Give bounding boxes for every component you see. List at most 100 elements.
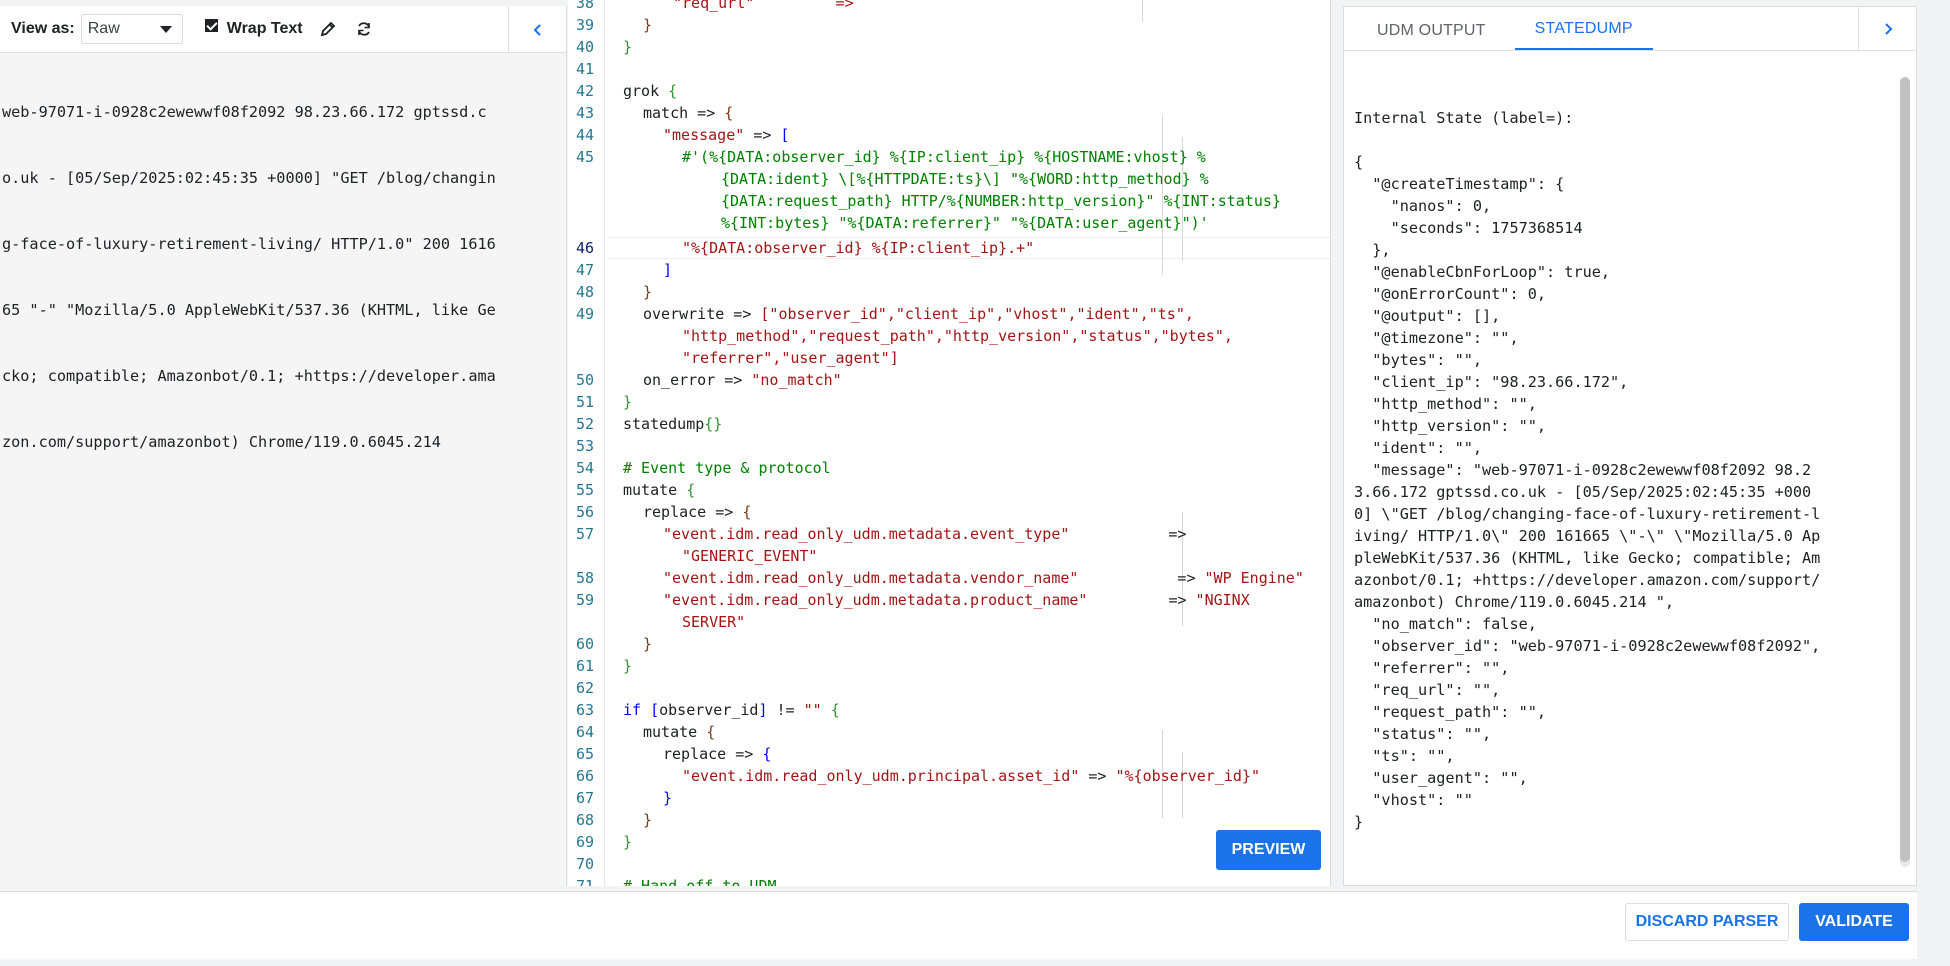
discard-parser-button[interactable]: DISCARD PARSER — [1625, 903, 1789, 941]
code-brace: { — [686, 481, 696, 499]
raw-log-line: cko; compatible; Amazonbot/0.1; +https:/… — [2, 367, 496, 385]
code-line: %{INT:bytes} "%{DATA:referrer}" "%{DATA:… — [721, 214, 1209, 232]
line-number: 43 — [575, 104, 594, 122]
code-string: "event.idm.read_only_udm.principal.asset… — [682, 767, 1080, 785]
raw-log-line: g-face-of-luxury-retirement-living/ HTTP… — [2, 235, 496, 253]
code-field: observer_id — [659, 701, 759, 719]
statedump-line: "@createTimestamp": { — [1354, 175, 1565, 193]
code-string: "%{observer_id}" — [1115, 767, 1260, 785]
statedump-line: "message": "web-97071-i-0928c2ewewwf08f2… — [1354, 461, 1812, 479]
line-number: 47 — [575, 261, 594, 279]
wrap-text-checkbox[interactable] — [204, 18, 218, 32]
code-line: "%{DATA:observer_id} %{IP:client_ip}.+" — [682, 239, 1035, 257]
line-number: 39 — [575, 16, 594, 34]
statedump-line: }, — [1354, 241, 1391, 259]
code-line: mutate { — [643, 721, 715, 743]
code-string: "event.idm.read_only_udm.metadata.produc… — [663, 591, 1088, 609]
collapse-left-button[interactable] — [508, 6, 566, 53]
code-brace: { — [762, 745, 772, 763]
line-number: 38 — [575, 0, 594, 12]
code-line: replace => { — [643, 501, 751, 523]
raw-log-panel: View as: Raw Wrap Text web-97071-i-0928c… — [0, 6, 567, 886]
code-brace: {} — [704, 415, 723, 433]
code-string: "NGINX — [1195, 591, 1250, 609]
statedump-line: "@output": [], — [1354, 307, 1501, 325]
raw-log-line: zon.com/support/amazonbot) Chrome/119.0.… — [2, 433, 441, 451]
code-line: } — [643, 16, 653, 34]
code-key: on_error => — [643, 371, 743, 389]
output-panel: UDM OUTPUT STATEDUMP Internal State (lab… — [1343, 6, 1917, 886]
line-number: 40 — [575, 38, 594, 56]
code-operator: => — [1168, 525, 1187, 543]
code-line: "event.idm.read_only_udm.metadata.produc… — [663, 589, 1250, 611]
statedump-line: "nanos": 0, — [1354, 197, 1492, 215]
code-string: "no_match" — [751, 371, 842, 389]
statedump-line: azonbot/0.1; +https://developer.amazon.c… — [1354, 571, 1821, 589]
code-editor[interactable]: 38 39 40 41 42 43 44 45 46 47 48 49 50 5… — [568, 0, 1331, 886]
dropdown-caret-icon — [159, 25, 172, 33]
statedump-line: Internal State (label=): — [1354, 109, 1574, 127]
code-operator: => — [753, 126, 772, 144]
code-line: {DATA:request_path} HTTP/%{NUMBER:http_v… — [721, 192, 1281, 210]
statedump-line: "ts": "", — [1354, 747, 1455, 765]
wrap-text-label: Wrap Text — [226, 20, 303, 37]
preview-button[interactable]: PREVIEW — [1216, 830, 1321, 870]
output-scrollbar[interactable] — [1900, 77, 1910, 867]
tab-statedump[interactable]: STATEDUMP — [1514, 20, 1653, 50]
line-number: 70 — [575, 855, 594, 873]
code-line: } — [643, 635, 653, 653]
statedump-line: iving/ HTTP/1.0\" 200 161665 \"-\" \"Moz… — [1354, 527, 1821, 545]
refresh-icon[interactable] — [353, 18, 375, 40]
line-number: 71 — [575, 877, 594, 886]
statedump-line: "user_agent": "", — [1354, 769, 1528, 787]
code-line: on_error => "no_match" — [643, 369, 842, 391]
view-as-value: Raw — [87, 20, 120, 37]
view-as-select[interactable]: Raw — [80, 14, 183, 44]
statedump-line: "observer_id": "web-97071-i-0928c2ewewwf… — [1354, 637, 1821, 655]
code-comment: # Event type & protocol — [623, 459, 831, 477]
raw-log-line: o.uk - [05/Sep/2025:02:45:35 +0000] "GET… — [2, 169, 496, 187]
statedump-line: "@enableCbnForLoop": true, — [1354, 263, 1611, 281]
code-keyword: statedump — [623, 415, 705, 433]
code-line: "referrer","user_agent"] — [682, 349, 899, 367]
validate-button[interactable]: VALIDATE — [1799, 903, 1909, 941]
statedump-line: "@timezone": "", — [1354, 329, 1519, 347]
code-line: } — [623, 38, 633, 56]
code-comment: # Hand-off to UDM — [623, 877, 777, 886]
scrollbar-thumb[interactable] — [1900, 77, 1910, 862]
output-tabs: UDM OUTPUT STATEDUMP — [1344, 7, 1916, 51]
code-line: "event.idm.read_only_udm.metadata.event_… — [663, 523, 1186, 545]
line-number: 51 — [575, 393, 594, 411]
code-brace: { — [668, 82, 678, 100]
code-string: "event.idm.read_only_udm.metadata.vendor… — [663, 569, 1079, 587]
code-keyword: mutate — [643, 723, 698, 741]
wrap-text-toggle[interactable]: Wrap Text — [204, 18, 303, 38]
code-line: } — [623, 657, 633, 675]
line-number: 44 — [575, 126, 594, 144]
code-operator: != — [776, 701, 795, 719]
line-number: 65 — [575, 745, 594, 763]
statedump-line: "@onErrorCount": 0, — [1354, 285, 1547, 303]
footer-bar: DISCARD PARSER VALIDATE — [0, 891, 1917, 959]
line-number: 69 — [575, 833, 594, 851]
code-line: "req_url" => — [673, 0, 854, 12]
code-string: "message" — [663, 126, 745, 144]
code-key: replace => — [643, 503, 734, 521]
line-number: 55 — [575, 481, 594, 499]
line-number: 68 — [575, 811, 594, 829]
code-brace: { — [830, 701, 840, 719]
pencil-icon[interactable] — [317, 18, 339, 40]
code-line: mutate { — [623, 479, 695, 501]
code-brace: { — [724, 104, 734, 122]
line-number: 63 — [575, 701, 594, 719]
code-brace: [ — [780, 126, 790, 144]
collapse-right-button[interactable] — [1858, 7, 1916, 51]
line-number: 67 — [575, 789, 594, 807]
view-as-label: View as: — [11, 20, 75, 37]
code-keyword: if — [623, 701, 642, 719]
line-number: 52 — [575, 415, 594, 433]
statedump-line: { — [1354, 153, 1364, 171]
code-line: overwrite => ["observer_id","client_ip",… — [643, 303, 1194, 325]
line-number: 58 — [575, 569, 594, 587]
tab-udm-output[interactable]: UDM OUTPUT — [1374, 22, 1489, 50]
